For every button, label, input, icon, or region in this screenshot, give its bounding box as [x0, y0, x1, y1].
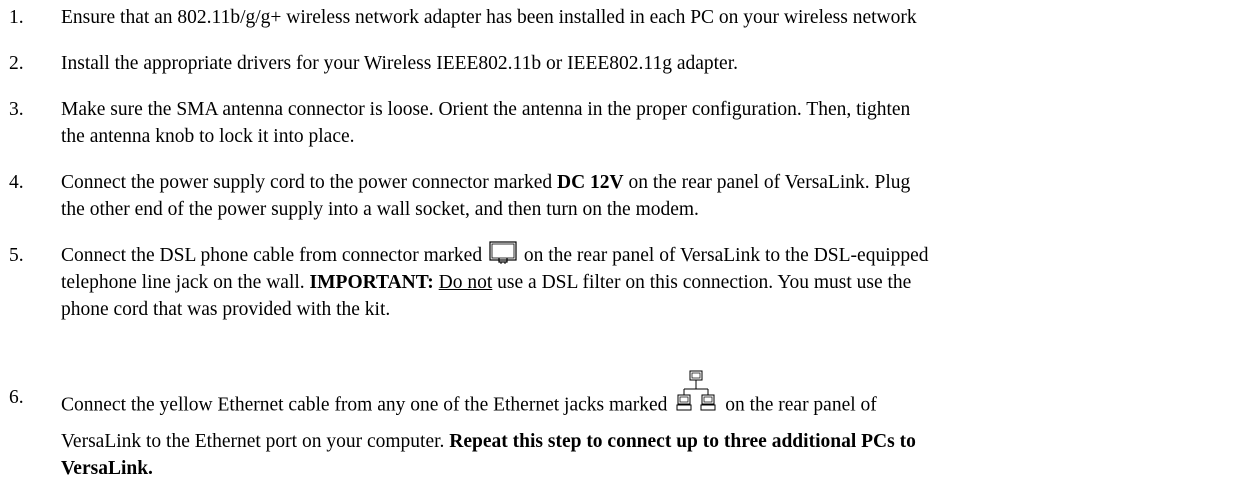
step-number: 3. — [9, 99, 24, 120]
step-text: Connect the yellow Ethernet cable from a… — [61, 370, 1245, 482]
step-text: Make sure the SMA antenna connector is l… — [61, 99, 911, 147]
important-label: IMPORTANT: — [309, 272, 434, 293]
step-text: Ensure that an 802.11b/g/g+ wireless net… — [61, 7, 917, 28]
step-text: Install the appropriate drivers for your… — [61, 53, 738, 74]
step-number: 5. — [9, 245, 24, 266]
setup-instructions: 1. Ensure that an 802.11b/g/g+ wireless … — [0, 0, 1252, 504]
step-number: 1. — [9, 7, 24, 28]
ethernet-network-icon — [676, 370, 716, 414]
step-number: 4. — [9, 172, 24, 193]
power-connector-label: DC 12V — [557, 172, 624, 193]
step-text: Connect the power supply cord to the pow… — [61, 172, 911, 220]
step-number: 6. — [9, 387, 24, 408]
step-number: 2. — [9, 53, 24, 74]
phone-jack-icon — [489, 240, 517, 265]
step-text: Connect the DSL phone cable from connect… — [61, 240, 1245, 323]
do-not-emphasis: Do not — [438, 272, 493, 293]
